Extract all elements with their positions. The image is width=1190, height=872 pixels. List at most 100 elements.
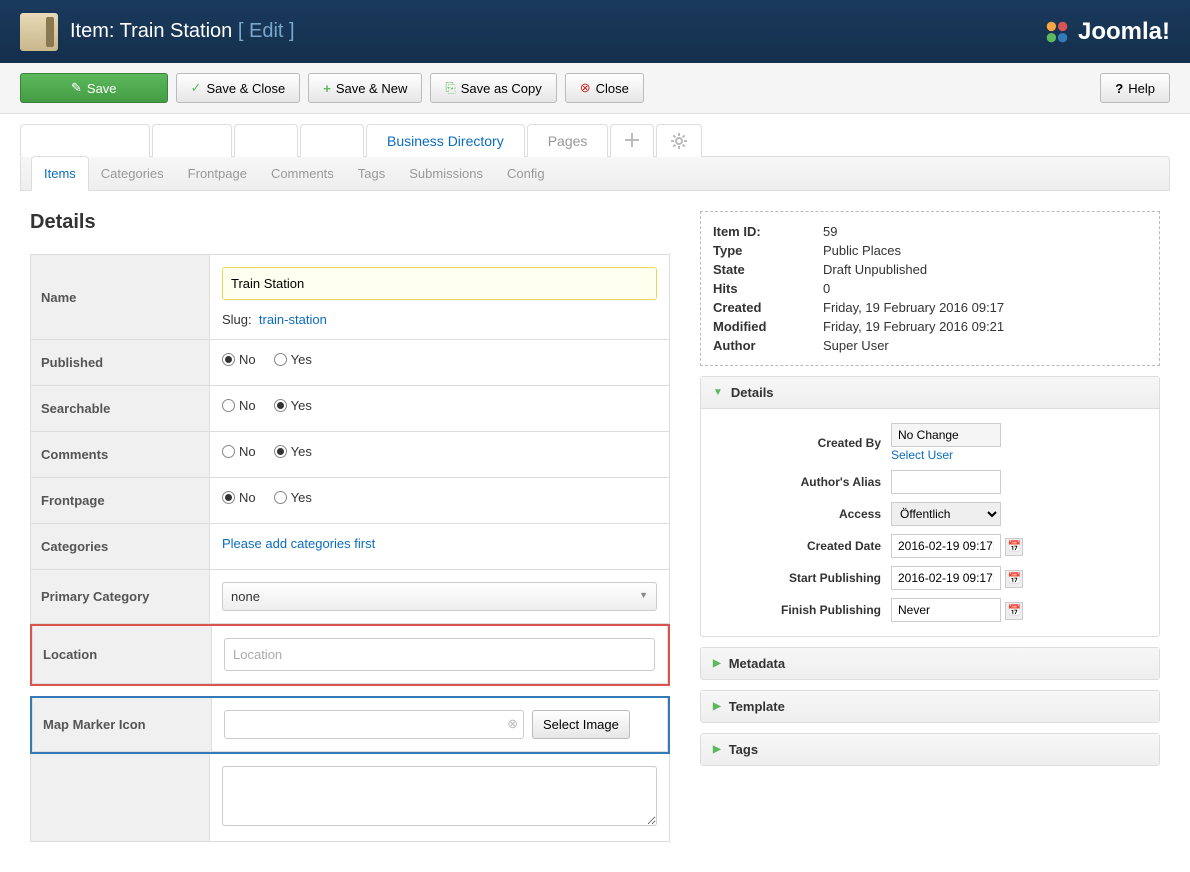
tab-empty-3[interactable] (234, 124, 298, 157)
finish-publishing-input[interactable] (891, 598, 1001, 622)
location-input[interactable] (224, 638, 655, 671)
chevron-right-icon (713, 658, 721, 669)
primary-category-select[interactable]: none (222, 582, 657, 611)
created-by-input[interactable] (891, 423, 1001, 447)
tab-add[interactable] (610, 124, 654, 157)
slug-link[interactable]: train-station (259, 312, 327, 327)
copy-icon (445, 80, 455, 96)
searchable-yes[interactable]: Yes (274, 398, 312, 413)
radio-icon (274, 491, 287, 504)
tab-settings[interactable] (656, 124, 702, 157)
label-comments: Comments (30, 432, 210, 478)
content-area: Details Name Slug: train-station Publish… (20, 191, 1170, 862)
marker-icon-input[interactable] (224, 710, 524, 739)
calendar-icon[interactable] (1005, 570, 1023, 588)
label-author-alias: Author's Alias (711, 475, 881, 489)
sub-tabs: Items Categories Frontpage Comments Tags… (20, 156, 1170, 191)
subtab-categories[interactable]: Categories (89, 157, 176, 190)
close-button[interactable]: Close (565, 73, 644, 103)
tab-empty-1[interactable] (20, 124, 150, 157)
save-new-button[interactable]: Save & New (308, 73, 422, 103)
subtab-tags[interactable]: Tags (346, 157, 397, 190)
check-icon (191, 80, 202, 96)
subtab-frontpage[interactable]: Frontpage (176, 157, 259, 190)
save-copy-button[interactable]: Save as Copy (430, 73, 556, 103)
radio-icon (274, 399, 287, 412)
radio-icon (274, 353, 287, 366)
subtab-comments[interactable]: Comments (259, 157, 346, 190)
tab-pages[interactable]: Pages (527, 124, 609, 157)
access-select[interactable]: Öffentlich (891, 502, 1001, 526)
subtab-submissions[interactable]: Submissions (397, 157, 495, 190)
radio-icon (222, 353, 235, 366)
chevron-right-icon (713, 701, 721, 712)
slug-line: Slug: train-station (222, 312, 657, 327)
accordion-details-header[interactable]: Details (701, 377, 1159, 409)
label-published: Published (30, 340, 210, 386)
tab-empty-2[interactable] (152, 124, 232, 157)
address-book-icon (20, 13, 58, 51)
add-categories-link[interactable]: Please add categories first (222, 536, 375, 551)
name-input[interactable] (222, 267, 657, 300)
label-start-publishing: Start Publishing (711, 571, 881, 585)
published-no[interactable]: No (222, 352, 256, 367)
accordion-tags-header[interactable]: Tags (701, 734, 1159, 765)
accordion-metadata-header[interactable]: Metadata (701, 648, 1159, 679)
comments-no[interactable]: No (222, 444, 256, 459)
label-created-date: Created Date (711, 539, 881, 553)
clear-icon[interactable]: ⊗ (507, 716, 518, 732)
toolbar: Save Save & Close Save & New Save as Cop… (0, 63, 1190, 114)
frontpage-no[interactable]: No (222, 490, 256, 505)
help-button[interactable]: Help (1100, 73, 1170, 103)
close-icon (580, 80, 591, 96)
accordion-tags: Tags (700, 733, 1160, 766)
label-primary-category: Primary Category (30, 570, 210, 624)
label-finish-publishing: Finish Publishing (711, 603, 881, 617)
accordion-metadata: Metadata (700, 647, 1160, 680)
subtab-items[interactable]: Items (31, 156, 89, 191)
comments-yes[interactable]: Yes (274, 444, 312, 459)
accordion-template-header[interactable]: Template (701, 691, 1159, 722)
label-marker-icon: Map Marker Icon (32, 698, 212, 752)
searchable-no[interactable]: No (222, 398, 256, 413)
plus-icon (323, 81, 331, 96)
sidebar-column: Item ID:59 TypePublic Places StateDraft … (700, 211, 1160, 842)
calendar-icon[interactable] (1005, 538, 1023, 556)
radio-icon (222, 491, 235, 504)
item-info-box: Item ID:59 TypePublic Places StateDraft … (700, 211, 1160, 366)
chevron-right-icon (713, 744, 721, 755)
label-name: Name (30, 254, 210, 340)
help-icon (1115, 81, 1123, 96)
save-close-button[interactable]: Save & Close (176, 73, 301, 103)
calendar-icon[interactable] (1005, 602, 1023, 620)
radio-icon (222, 399, 235, 412)
author-alias-input[interactable] (891, 470, 1001, 494)
published-yes[interactable]: Yes (274, 352, 312, 367)
page-title: Item: Train Station [ Edit ] (70, 20, 295, 43)
select-user-link[interactable]: Select User (891, 448, 953, 462)
header-left: Item: Train Station [ Edit ] (20, 13, 295, 51)
form-column: Details Name Slug: train-station Publish… (30, 211, 670, 842)
label-access: Access (711, 507, 881, 521)
accordion-details: Details Created By Select User Author's … (700, 376, 1160, 637)
chevron-down-icon (713, 387, 723, 398)
save-button[interactable]: Save (20, 73, 168, 103)
joomla-icon (1042, 17, 1072, 47)
start-publishing-input[interactable] (891, 566, 1001, 590)
radio-icon (222, 445, 235, 458)
component-tabs: Business Directory Pages (20, 124, 1170, 157)
gear-icon (671, 133, 687, 149)
details-heading: Details (30, 211, 670, 234)
label-empty (30, 754, 210, 842)
description-textarea[interactable] (222, 766, 657, 826)
plus-icon (625, 133, 639, 147)
tab-empty-4[interactable] (300, 124, 364, 157)
subtab-config[interactable]: Config (495, 157, 557, 190)
label-searchable: Searchable (30, 386, 210, 432)
created-date-input[interactable] (891, 534, 1001, 558)
details-form: Name Slug: train-station Published No Ye… (30, 254, 670, 842)
select-image-button[interactable]: Select Image (532, 710, 630, 739)
app-header: Item: Train Station [ Edit ] Joomla! (0, 0, 1190, 63)
frontpage-yes[interactable]: Yes (274, 490, 312, 505)
tab-business-directory[interactable]: Business Directory (366, 124, 525, 157)
